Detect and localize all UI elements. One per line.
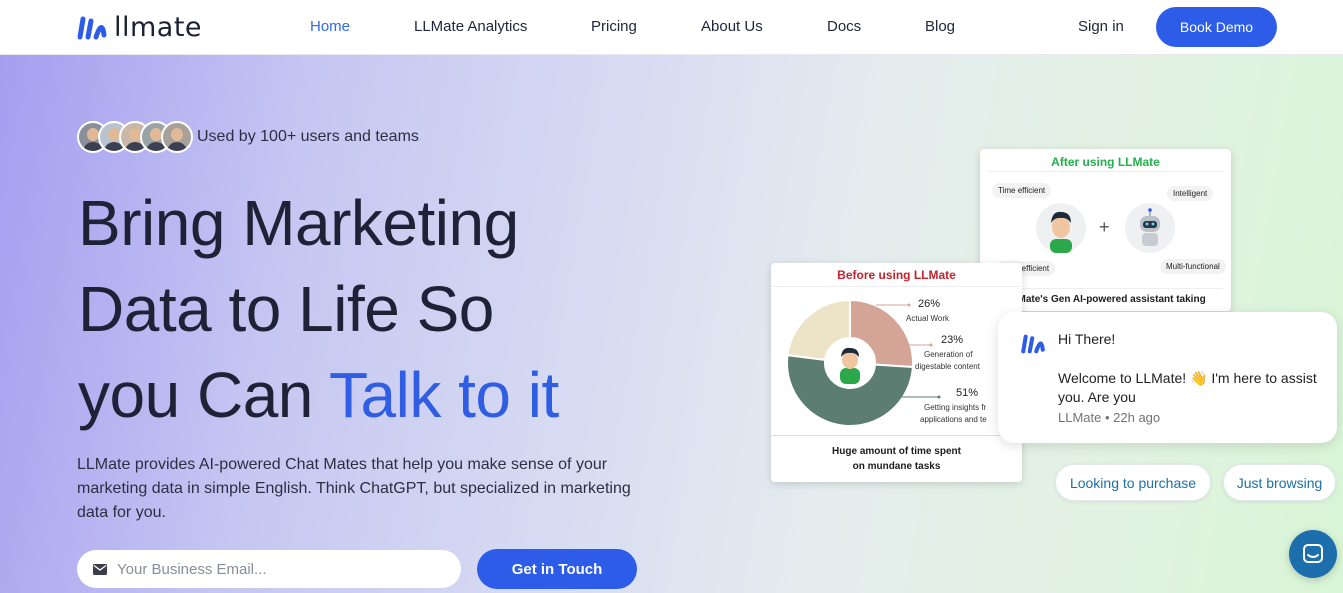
- divider: [771, 435, 1022, 436]
- llmate-logo-icon: [77, 16, 107, 39]
- before-footer-line-2: on mundane tasks: [852, 461, 941, 472]
- business-email-input[interactable]: [117, 560, 437, 578]
- nav-blog[interactable]: Blog: [925, 18, 955, 35]
- headline-highlight: Talk to it: [329, 359, 559, 431]
- nav-llmate-analytics[interactable]: LLMate Analytics: [414, 18, 527, 35]
- llmate-chat-avatar-icon: [1021, 334, 1045, 354]
- chat-meta: LLMate • 22h ago: [1058, 410, 1161, 425]
- nav-docs[interactable]: Docs: [827, 18, 861, 35]
- reply-looking-to-purchase[interactable]: Looking to purchase: [1055, 464, 1211, 501]
- top-navigation-bar: llmate Home LLMate Analytics Pricing Abo…: [0, 0, 1343, 55]
- llmate-logo[interactable]: llmate: [76, 12, 202, 43]
- social-proof-text: Used by 100+ users and teams: [197, 128, 419, 145]
- get-in-touch-button[interactable]: Get in Touch: [477, 549, 637, 589]
- tag-intelligent: Intelligent: [1167, 186, 1214, 201]
- divider: [988, 288, 1223, 289]
- reply-just-browsing[interactable]: Just browsing: [1223, 464, 1336, 501]
- book-demo-button[interactable]: Book Demo: [1156, 7, 1277, 47]
- segment-3-label: Getting insights fr: [924, 403, 987, 412]
- chat-greeting: Hi There!: [1058, 331, 1116, 347]
- avatar: [161, 121, 193, 153]
- headline-line-3: you Can: [78, 359, 329, 431]
- headline-line-2: Data to Life So: [78, 273, 494, 345]
- segment-3-label-2: applications and te: [920, 415, 987, 424]
- hero-description: LLMate provides AI-powered Chat Mates th…: [77, 456, 631, 521]
- headline-line-1: Bring Marketing: [78, 187, 519, 259]
- chat-icon: [1303, 544, 1323, 563]
- user-avatars: [77, 121, 193, 153]
- nav-home[interactable]: Home: [310, 18, 350, 35]
- before-footer-line-1: Huge amount of time spent: [832, 446, 961, 457]
- nav-pricing[interactable]: Pricing: [591, 18, 637, 35]
- divider: [988, 171, 1223, 172]
- before-card-footer: Huge amount of time spent on mundane tas…: [771, 444, 1022, 474]
- segment-2-pct: 23%: [941, 334, 964, 346]
- segment-2-label: Generation of: [924, 350, 973, 359]
- chat-message-bubble[interactable]: Hi There! Welcome to LLMate! 👋 I'm here …: [998, 312, 1337, 443]
- segment-3-pct: 51%: [956, 387, 979, 399]
- email-field-container: [77, 550, 461, 588]
- before-llmate-card: Before using LLMate Huge amount of time …: [771, 263, 1022, 482]
- envelope-icon: [93, 563, 107, 575]
- segment-2-label-2: digestable content: [915, 362, 980, 371]
- after-card-title: After using LLMate: [1051, 155, 1160, 169]
- segment-1-label: Actual Work: [906, 314, 949, 323]
- person-illustration: [1036, 203, 1086, 253]
- hero-headline: Bring Marketing Data to Life So you Can …: [78, 180, 559, 438]
- sign-in-link[interactable]: Sign in: [1078, 18, 1124, 35]
- tag-time-efficient: Time efficient: [992, 183, 1052, 198]
- robot-illustration: [1125, 203, 1175, 253]
- logo-text: llmate: [114, 12, 203, 43]
- plus-sign: +: [1099, 217, 1110, 237]
- chat-launcher-button[interactable]: [1289, 530, 1337, 578]
- segment-1-pct: 26%: [918, 298, 941, 310]
- nav-about-us[interactable]: About Us: [701, 18, 763, 35]
- tag-multi-functional: Multi-functional: [1160, 259, 1226, 274]
- chat-message-text: Welcome to LLMate! 👋 I'm here to assist …: [1058, 370, 1317, 405]
